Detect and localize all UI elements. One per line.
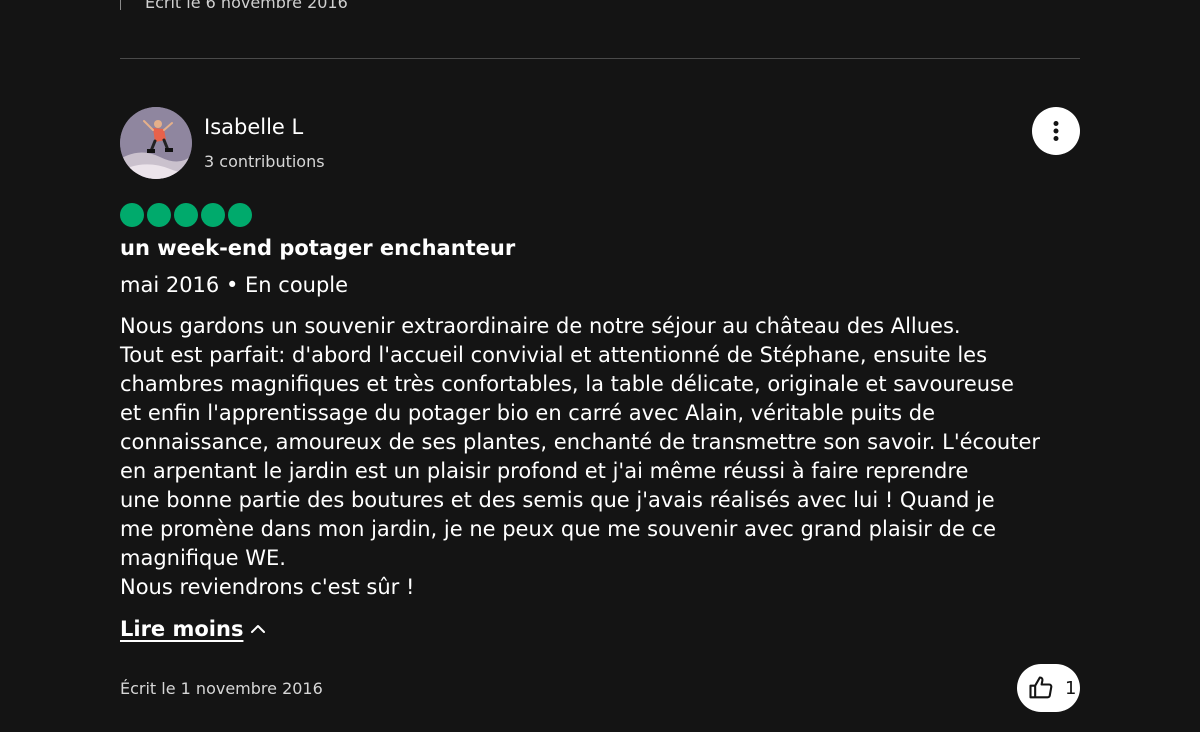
previous-review-written-date: Écrit le 6 novembre 2016: [145, 0, 348, 12]
review-body-line: me promène dans mon jardin, je ne peux q…: [120, 517, 997, 541]
review-body-line: magnifique WE.: [120, 546, 286, 570]
review-title[interactable]: un week-end potager enchanteur: [120, 236, 515, 260]
more-options-button[interactable]: [1032, 107, 1080, 155]
review-body-line: une bonne partie des boutures et des sem…: [120, 488, 995, 512]
review-body-line: en arpentant le jardin est un plaisir pr…: [120, 459, 969, 483]
review-body-line: chambres magnifiques et très confortable…: [120, 372, 1014, 396]
avatar-photo: [120, 107, 192, 179]
review-written-date: Écrit le 1 novembre 2016: [120, 679, 323, 698]
review-body-line: Nous reviendrons c'est sûr !: [120, 575, 415, 599]
reviewer-contributions: 3 contributions: [204, 152, 325, 171]
thumbs-up-icon: [1029, 676, 1053, 699]
rating-bubble: [201, 203, 225, 227]
rating-bubble: [174, 203, 198, 227]
rating-bubble: [228, 203, 252, 227]
review-body-line: Tout est parfait: d'abord l'accueil conv…: [120, 343, 988, 367]
review-body-line: Nous gardons un souvenir extraordinaire …: [120, 314, 961, 338]
chevron-up-icon: [251, 625, 266, 633]
review-body: Nous gardons un souvenir extraordinaire …: [120, 312, 1080, 602]
review-divider: [120, 58, 1080, 59]
trip-meta: mai 2016 • En couple: [120, 273, 349, 297]
rating-bubble: [147, 203, 171, 227]
review-body-line: et enfin l'apprentissage du potager bio …: [120, 401, 936, 425]
more-vertical-icon: [1053, 121, 1059, 141]
read-less-button[interactable]: Lire moins: [120, 617, 267, 641]
helpful-count: 1: [1065, 677, 1077, 699]
review-body-line: connaissance, amoureux de ses plantes, e…: [120, 430, 1041, 454]
helpful-vote-button[interactable]: 1: [1017, 664, 1080, 712]
read-less-label: Lire moins: [120, 617, 244, 641]
previous-review-quote-bar: [120, 0, 121, 10]
reviewer-name[interactable]: Isabelle L: [204, 115, 303, 139]
rating-bubbles: [120, 203, 252, 227]
rating-bubble: [120, 203, 144, 227]
avatar[interactable]: [120, 107, 192, 179]
